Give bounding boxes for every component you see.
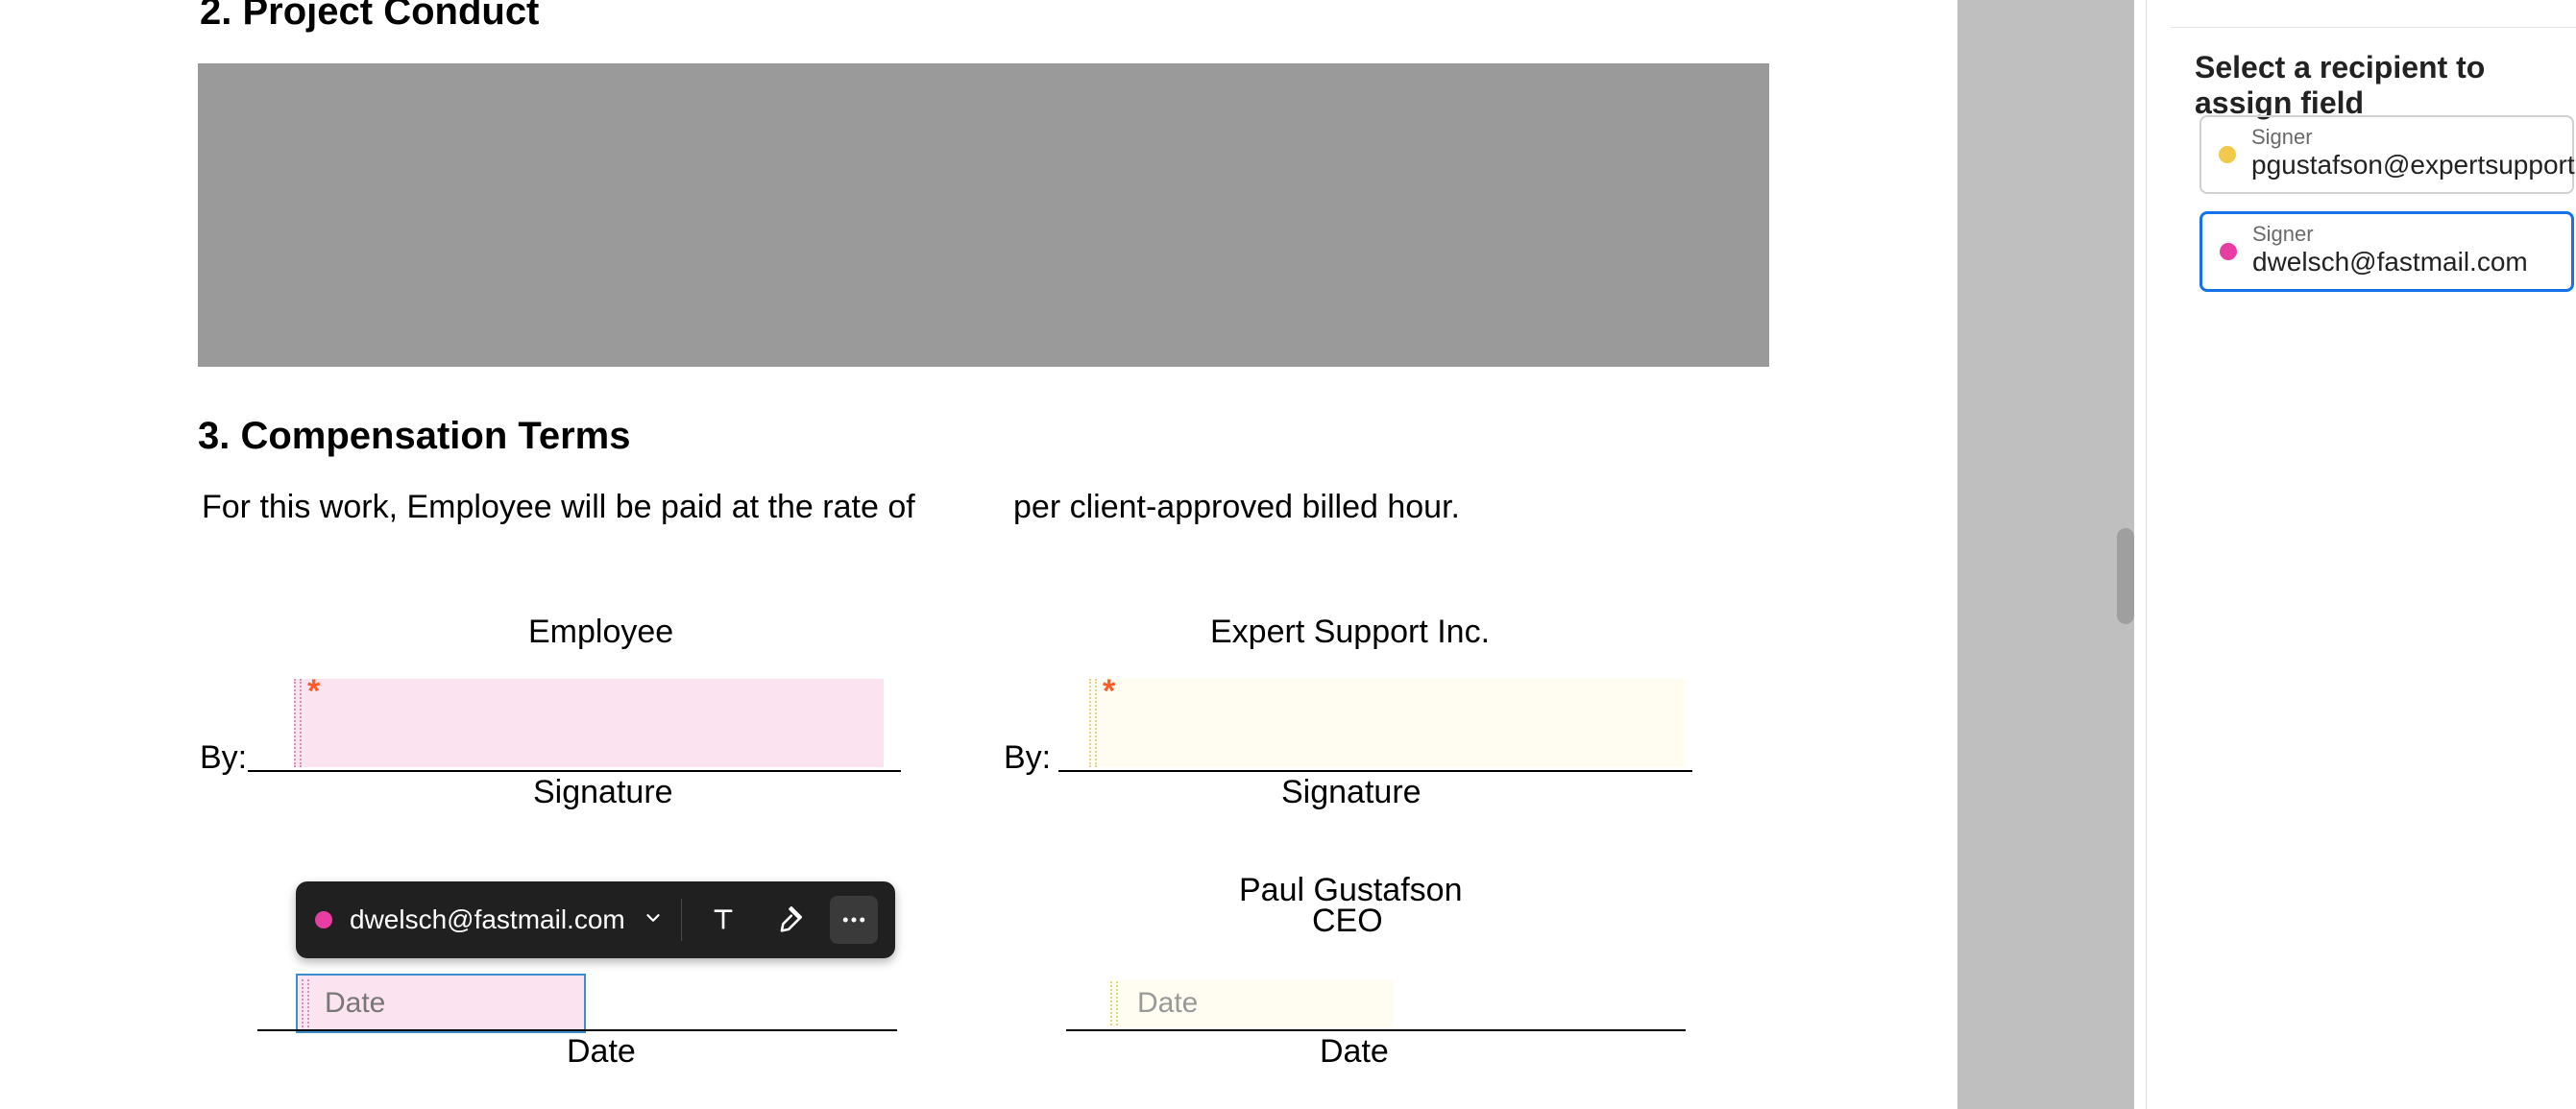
signature-pen-icon[interactable]: [765, 896, 813, 944]
compensation-text-b: per client-approved billed hour.: [1013, 489, 1460, 526]
date-field-employee[interactable]: Date: [296, 974, 586, 1033]
text-style-button[interactable]: [699, 896, 747, 944]
company-header: Expert Support Inc.: [1210, 614, 1490, 651]
employee-header: Employee: [528, 614, 673, 651]
date-line-right: [1066, 1029, 1686, 1031]
panel-divider: [2171, 27, 2576, 28]
recipient-color-dot-icon: [2220, 243, 2237, 260]
recipient-color-dot-icon: [2219, 146, 2236, 163]
chevron-down-icon[interactable]: [643, 904, 664, 935]
drag-handle-icon[interactable]: [294, 679, 302, 767]
signature-field-company[interactable]: *: [1089, 679, 1687, 767]
panel-heading: Select a recipient to assign field: [2195, 50, 2576, 121]
recipient-role: Signer: [2252, 224, 2554, 245]
recipient-side-panel: Select a recipient to assign field Signe…: [2146, 0, 2576, 1109]
section-2-heading: 2. Project Conduct: [200, 0, 539, 34]
recipient-email: pgustafson@expertsupport.com: [2251, 150, 2555, 181]
signature-field-employee[interactable]: *: [294, 679, 884, 767]
field-toolbar: dwelsch@fastmail.com: [296, 881, 895, 958]
canvas-background: [1957, 0, 2134, 1109]
toolbar-separator: [681, 899, 682, 941]
document-page: 2. Project Conduct 3. Compensation Terms…: [0, 0, 1957, 1109]
more-options-button[interactable]: [830, 896, 878, 944]
signature-caption-left: Signature: [533, 774, 673, 811]
signature-line-left: [248, 770, 901, 772]
toolbar-recipient-label[interactable]: dwelsch@fastmail.com: [350, 904, 625, 935]
by-label-left: By:: [200, 739, 247, 777]
recipient-color-dot-icon: [315, 911, 332, 928]
ceo-title-text: CEO: [1312, 903, 1383, 940]
drag-handle-icon[interactable]: [1110, 981, 1118, 1025]
date-field-placeholder: Date: [325, 987, 385, 1020]
recipient-role: Signer: [2251, 127, 2555, 148]
recipient-card-1[interactable]: Signer pgustafson@expertsupport.com: [2199, 115, 2574, 194]
date-caption-right: Date: [1320, 1033, 1389, 1071]
required-star-icon: *: [1103, 673, 1115, 711]
by-label-right: By:: [1004, 739, 1051, 777]
date-caption-left: Date: [567, 1033, 636, 1071]
required-star-icon: *: [307, 673, 320, 711]
scrollbar-thumb[interactable]: [2117, 528, 2134, 624]
recipient-card-2[interactable]: Signer dwelsch@fastmail.com: [2199, 211, 2574, 292]
date-line-left: [257, 1029, 897, 1031]
compensation-text-a: For this work, Employee will be paid at …: [202, 489, 915, 526]
redacted-block: [198, 63, 1769, 367]
drag-handle-icon[interactable]: [302, 979, 309, 1027]
drag-handle-icon[interactable]: [1089, 679, 1097, 767]
signature-line-right: [1058, 770, 1692, 772]
section-3-heading: 3. Compensation Terms: [198, 415, 630, 458]
signature-caption-right: Signature: [1281, 774, 1422, 811]
recipient-email: dwelsch@fastmail.com: [2252, 247, 2554, 277]
date-field-company[interactable]: Date: [1108, 979, 1393, 1027]
date-field-placeholder: Date: [1137, 987, 1198, 1020]
